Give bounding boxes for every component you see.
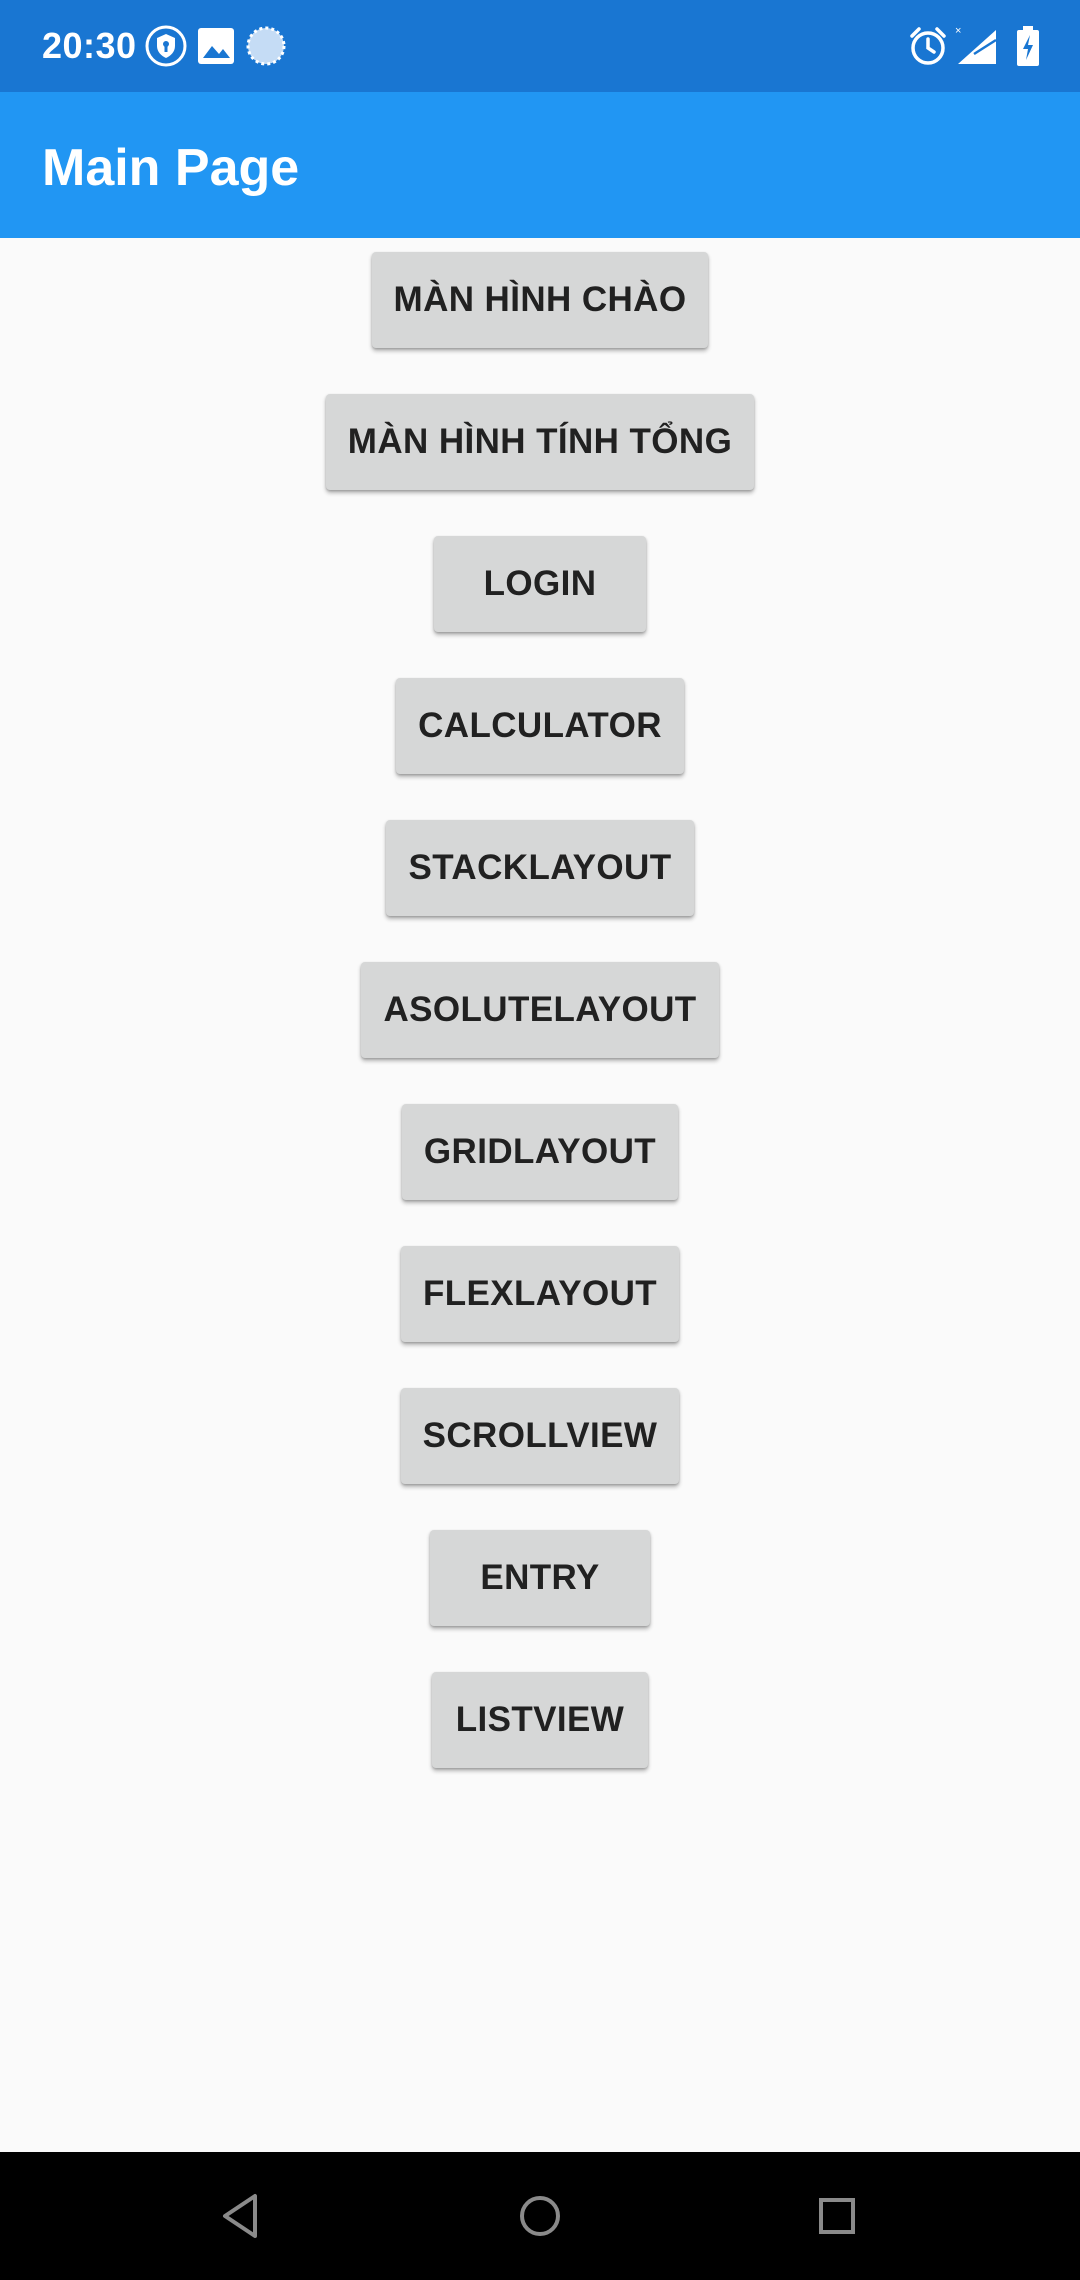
flexlayout-button[interactable]: FLEXLAYOUT [400, 1246, 680, 1342]
battery-icon [1017, 26, 1039, 66]
entry-button[interactable]: ENTRY [430, 1530, 650, 1626]
alarm-icon [910, 27, 946, 65]
image-icon [198, 28, 234, 64]
main-content: MÀN HÌNH CHÀO MÀN HÌNH TÍNH TỔNG LOGIN C… [0, 238, 1080, 2152]
stacklayout-button[interactable]: STACKLAYOUT [386, 820, 694, 916]
loading-icon [246, 26, 286, 66]
navigation-bar [0, 2152, 1080, 2280]
calculator-button[interactable]: CALCULATOR [396, 678, 684, 774]
button-list: MÀN HÌNH CHÀO MÀN HÌNH TÍNH TỔNG LOGIN C… [0, 238, 1080, 1814]
signal-icon: × [955, 25, 997, 64]
recents-icon[interactable] [803, 2182, 871, 2250]
login-button[interactable]: LOGIN [433, 536, 647, 632]
back-icon[interactable] [207, 2182, 275, 2250]
listview-button[interactable]: LISTVIEW [431, 1672, 649, 1768]
home-icon[interactable] [506, 2182, 574, 2250]
app-bar: Main Page [0, 92, 1080, 238]
scrollview-button[interactable]: SCROLLVIEW [400, 1388, 680, 1484]
svg-text:×: × [955, 25, 961, 37]
shield-icon [145, 25, 187, 67]
man-hinh-tinh-tong-button[interactable]: MÀN HÌNH TÍNH TỔNG [325, 394, 755, 490]
status-bar: 20:30 × [0, 0, 1080, 92]
page-title: Main Page [42, 139, 300, 197]
gridlayout-button[interactable]: GRIDLAYOUT [401, 1104, 679, 1200]
man-hinh-chao-button[interactable]: MÀN HÌNH CHÀO [371, 252, 709, 348]
status-time: 20:30 [42, 25, 137, 66]
asolutelayout-button[interactable]: ASOLUTELAYOUT [361, 962, 719, 1058]
